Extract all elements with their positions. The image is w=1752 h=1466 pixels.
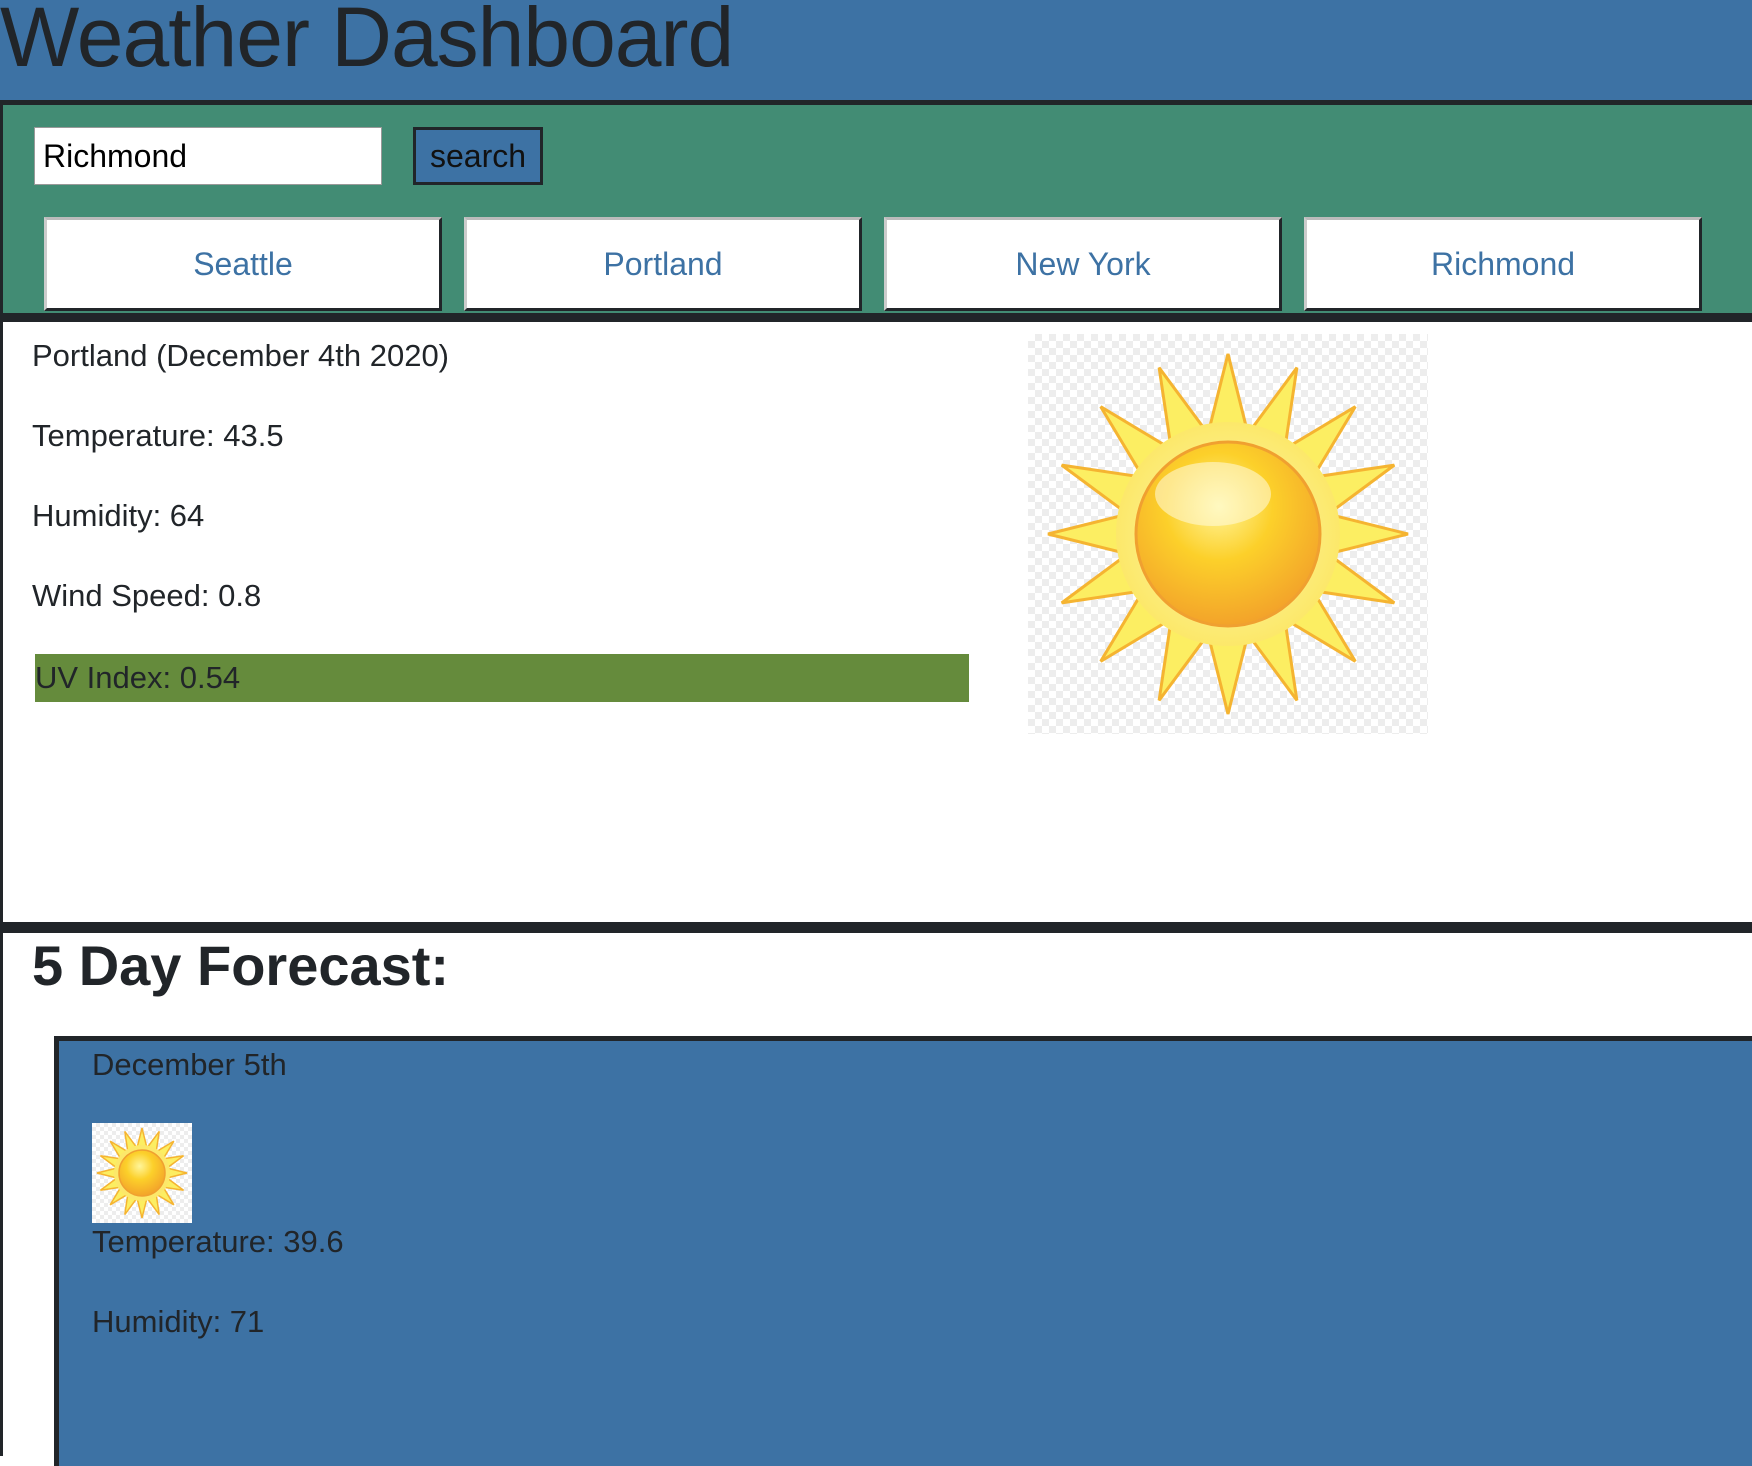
- forecast-date: December 5th: [92, 1047, 287, 1082]
- current-humidity: Humidity: 64: [32, 498, 205, 533]
- forecast-card: December 5th Temperature: 39.6 Humidity:…: [54, 1036, 1752, 1466]
- sun-icon: [92, 1123, 192, 1223]
- forecast-temperature: Temperature: 39.6: [92, 1224, 344, 1259]
- section-divider: [0, 922, 1752, 933]
- search-button[interactable]: search: [413, 127, 543, 185]
- uv-index-badge: UV Index: 0.54: [35, 654, 969, 702]
- current-weather-panel: Portland (December 4th 2020) Temperature…: [0, 322, 1752, 922]
- current-temperature: Temperature: 43.5: [32, 418, 284, 453]
- forecast-section: 5 Day Forecast: December 5th Temperature…: [0, 933, 1752, 1466]
- history-city-new-york[interactable]: New York: [884, 217, 1282, 311]
- current-city-date: Portland (December 4th 2020): [32, 338, 450, 373]
- page-header: Weather Dashboard: [0, 0, 1752, 100]
- search-panel: search Seattle Portland New York Richmon…: [0, 100, 1752, 322]
- current-wind-speed: Wind Speed: 0.8: [32, 578, 262, 613]
- forecast-humidity: Humidity: 71: [92, 1304, 265, 1339]
- history-city-richmond[interactable]: Richmond: [1304, 217, 1702, 311]
- history-city-seattle[interactable]: Seattle: [44, 217, 442, 311]
- sun-icon: [1028, 334, 1428, 734]
- page-title: Weather Dashboard: [0, 0, 734, 84]
- search-input[interactable]: [34, 127, 382, 185]
- history-city-portland[interactable]: Portland: [464, 217, 862, 311]
- forecast-heading: 5 Day Forecast:: [32, 934, 450, 997]
